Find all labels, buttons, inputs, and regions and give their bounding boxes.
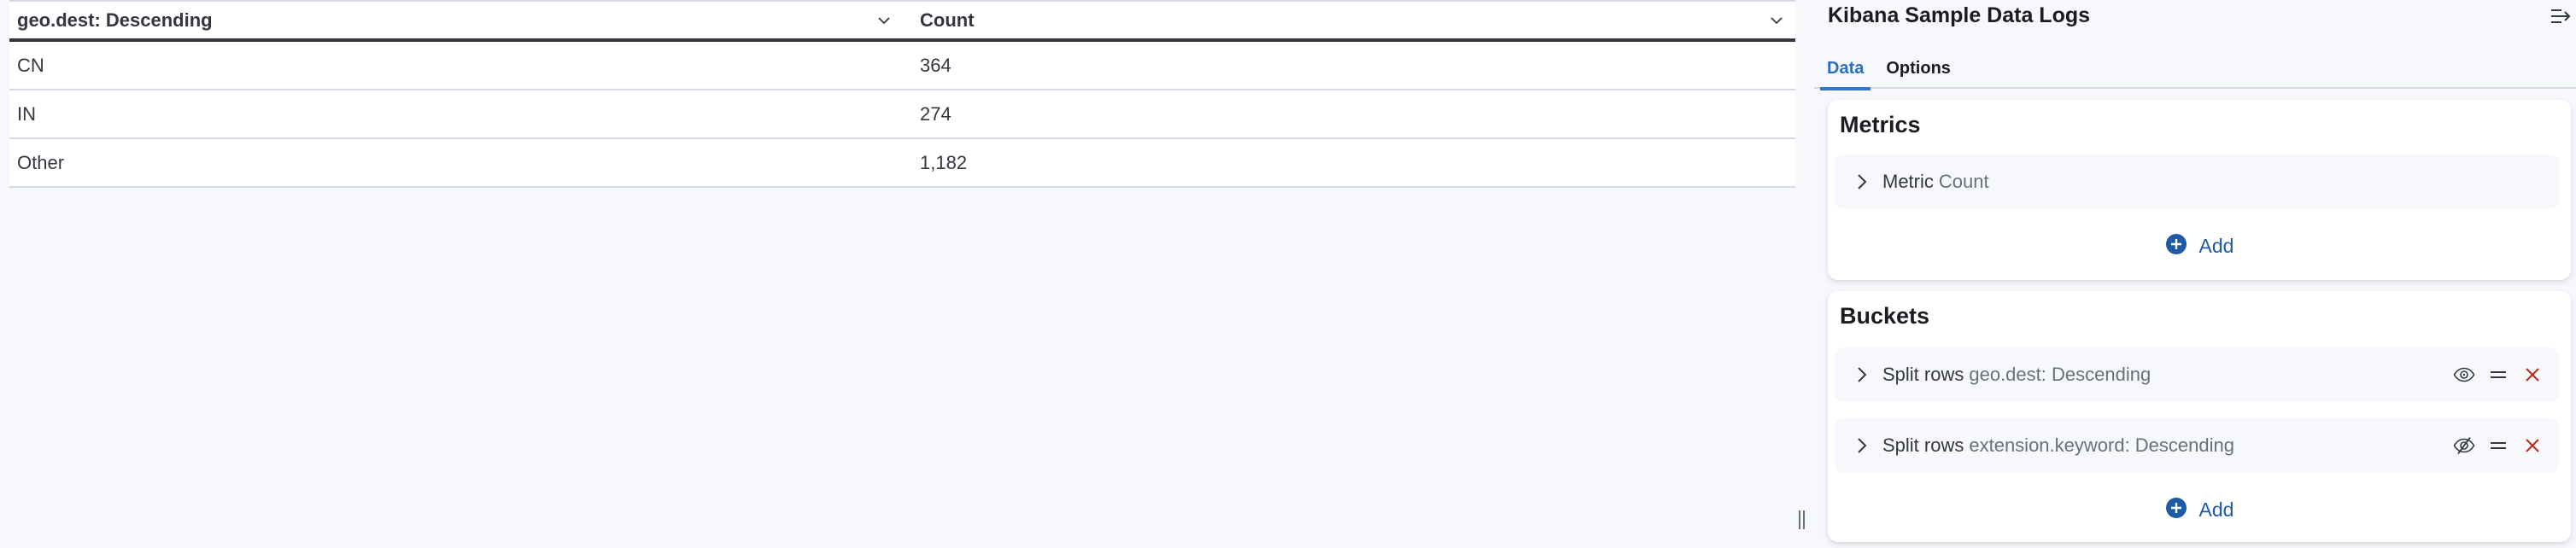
chevron-right-icon[interactable] [1853, 172, 1871, 192]
agg-type-label: Split rows [1882, 364, 1964, 385]
chevron-down-icon[interactable] [870, 7, 898, 34]
add-metric-button[interactable]: Add [1828, 229, 2571, 263]
table-row: IN 274 [9, 90, 1795, 139]
agg-description: extension.keyword: Descending [1969, 434, 2234, 456]
chevron-right-icon[interactable] [1853, 435, 1871, 456]
chevron-down-icon[interactable] [1763, 7, 1790, 34]
remove-icon[interactable] [2521, 434, 2544, 457]
table-row: CN 364 [9, 42, 1795, 90]
agg-actions [2453, 347, 2544, 402]
add-bucket-button[interactable]: Add [1828, 493, 2571, 527]
cell-geo-dest: Other [17, 151, 65, 173]
table-header: geo.dest: Descending Count [9, 3, 1795, 42]
eye-closed-icon[interactable] [2453, 434, 2475, 457]
buckets-panel: Buckets Split rows geo.dest: Descending [1828, 291, 2571, 542]
agg-type-label: Metric [1882, 171, 1934, 192]
agg-actions [2453, 418, 2544, 473]
index-pattern-title: Kibana Sample Data Logs [1828, 3, 2091, 27]
editor-sidebar: Kibana Sample Data Logs Data Options Met… [1814, 0, 2576, 548]
collapse-sidebar-button[interactable] [2547, 5, 2576, 31]
add-label: Add [2198, 234, 2234, 257]
plus-circle-icon [2165, 497, 2187, 523]
metrics-title: Metrics [1840, 112, 1921, 137]
data-table: geo.dest: Descending Count CN 364 IN 274… [9, 0, 1795, 188]
table-body: CN 364 IN 274 Other 1,182 [9, 42, 1795, 188]
sidebar-tabs: Data Options [1814, 48, 2576, 90]
panel-resize-handle[interactable] [1799, 510, 1806, 531]
visualize-editor: geo.dest: Descending Count CN 364 IN 274… [0, 0, 2576, 548]
menu-right-icon [2550, 7, 2573, 30]
column-header-count[interactable]: Count [903, 3, 1795, 38]
plus-circle-icon [2165, 233, 2187, 259]
metric-agg-count[interactable]: Metric Count [1835, 154, 2559, 209]
cell-count: 1,182 [920, 151, 968, 173]
table-row: Other 1,182 [9, 139, 1795, 188]
grab-handle-icon[interactable] [2487, 434, 2509, 457]
agg-description: Count [1938, 171, 1989, 192]
column-header-geo-dest[interactable]: geo.dest: Descending [9, 3, 903, 38]
table-area: geo.dest: Descending Count CN 364 IN 274… [9, 0, 1795, 548]
eye-icon[interactable] [2453, 364, 2475, 386]
chevron-right-icon[interactable] [1853, 364, 1871, 385]
cell-count: 274 [920, 102, 951, 125]
cell-geo-dest: CN [17, 54, 44, 76]
remove-icon[interactable] [2521, 364, 2544, 386]
buckets-title: Buckets [1840, 303, 1930, 329]
cell-count: 364 [920, 54, 951, 76]
tab-data[interactable]: Data [1820, 48, 1871, 90]
bucket-agg-geo-dest[interactable]: Split rows geo.dest: Descending [1835, 347, 2559, 402]
metrics-panel: Metrics Metric Count Add [1828, 100, 2571, 280]
agg-type-label: Split rows [1882, 434, 1964, 456]
cell-geo-dest: IN [17, 102, 36, 125]
column-header-label: Count [920, 9, 975, 31]
bucket-agg-extension-keyword[interactable]: Split rows extension.keyword: Descending [1835, 418, 2559, 473]
agg-description: geo.dest: Descending [1969, 364, 2152, 385]
tab-options[interactable]: Options [1879, 48, 1958, 89]
grab-handle-icon[interactable] [2487, 364, 2509, 386]
column-header-label: geo.dest: Descending [17, 9, 213, 31]
add-label: Add [2198, 498, 2234, 521]
